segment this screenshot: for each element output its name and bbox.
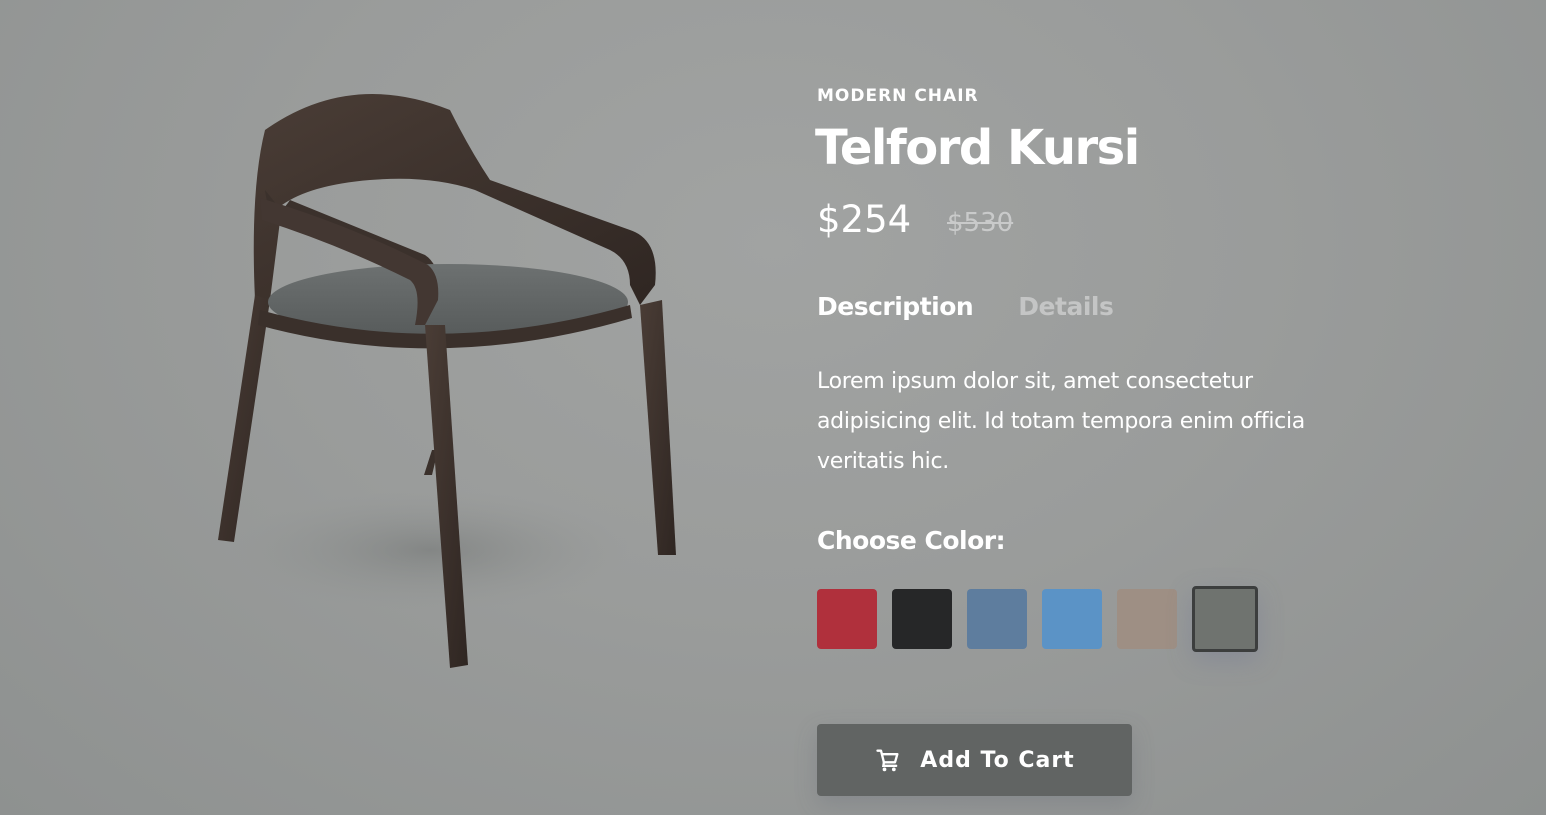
color-swatch-light-blue[interactable] [1042,589,1102,649]
product-category: MODERN CHAIR [817,86,979,106]
product-old-price: $530 [947,208,1014,238]
color-swatch-gray[interactable] [1192,586,1258,652]
add-to-cart-label: Add To Cart [920,747,1075,773]
product-title: Telford Kursi [815,120,1140,176]
chair-image [218,94,676,668]
product-description: Lorem ipsum dolor sit, amet consectetur … [817,369,1305,474]
color-swatch-black[interactable] [892,589,952,649]
color-swatch-red[interactable] [817,589,877,649]
cart-icon [876,749,899,772]
add-to-cart-button[interactable]: Add To Cart [817,724,1132,796]
color-swatch-denim[interactable] [967,589,1027,649]
color-swatch-beige[interactable] [1117,589,1177,649]
tab-description[interactable]: Description [817,292,974,321]
product-price: $254 [817,198,912,241]
color-swatches [817,586,1258,652]
product-image [200,70,700,690]
product-tabs: Description Details [817,292,1114,321]
choose-color-label: Choose Color: [817,526,1006,555]
tab-details[interactable]: Details [1018,292,1114,321]
